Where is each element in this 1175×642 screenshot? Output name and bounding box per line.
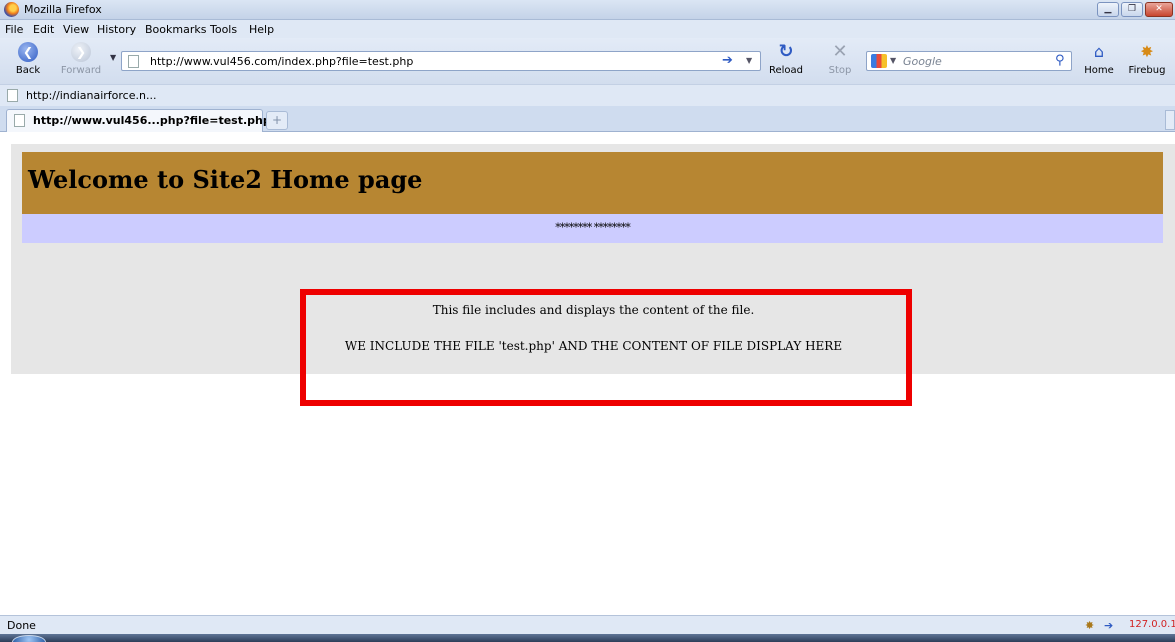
site-header: Welcome to Site2 Home page <box>22 152 1163 214</box>
tab-active[interactable]: http://www.vul456...php?file=test.php <box>6 109 271 132</box>
taskbar <box>0 634 1175 642</box>
status-text: Done <box>7 619 36 632</box>
tab-page-icon <box>14 114 25 127</box>
page-icon <box>128 55 139 68</box>
navigation-toolbar: ❮ Back ❯ Forward ▼ http://www.vul456.com… <box>0 38 1175 84</box>
menu-view[interactable]: View <box>63 23 89 36</box>
url-dropdown-icon[interactable]: ▼ <box>746 56 752 65</box>
firefox-window: Mozilla Firefox ▁ ❐ ✕ File Edit View His… <box>0 0 1175 642</box>
menu-tools[interactable]: Tools <box>210 23 237 36</box>
reload-icon: ↻ <box>778 41 794 62</box>
home-label: Home <box>1084 65 1114 76</box>
back-arrow-icon: ❮ <box>18 42 38 62</box>
site-subbar: ******** ******** <box>22 214 1163 243</box>
tab-title: http://www.vul456...php?file=test.php <box>33 114 271 127</box>
maximize-button[interactable]: ❐ <box>1121 2 1143 17</box>
menu-bar: File Edit View History Bookmarks Tools H… <box>0 20 1175 38</box>
title-bar: Mozilla Firefox ▁ ❐ ✕ <box>0 0 1175 20</box>
subbar-text: ******** ******** <box>555 221 631 234</box>
menu-bookmarks[interactable]: Bookmarks <box>145 23 206 36</box>
bookmarks-toolbar: http://indianairforce.n... <box>0 84 1175 106</box>
network-status-icon[interactable]: ➔ <box>1104 619 1113 632</box>
history-dropdown-icon[interactable]: ▼ <box>110 53 116 62</box>
new-tab-button[interactable]: + <box>266 111 288 130</box>
search-icon[interactable]: ⚲ <box>1055 53 1065 68</box>
forward-arrow-icon: ❯ <box>71 42 91 62</box>
tab-list-button[interactable] <box>1165 110 1175 130</box>
google-engine-icon[interactable] <box>871 54 887 68</box>
go-arrow-icon[interactable]: ➔ <box>722 53 733 68</box>
firefox-logo-icon <box>4 2 19 17</box>
reload-button[interactable]: ↻ Reload <box>766 41 806 77</box>
url-input[interactable]: http://www.vul456.com/index.php?file=tes… <box>150 55 413 68</box>
window-title: Mozilla Firefox <box>24 3 102 16</box>
minimize-button[interactable]: ▁ <box>1097 2 1119 17</box>
page-content: Welcome to Site2 Home page ******** ****… <box>0 133 1175 615</box>
firebug-icon: ✸ <box>1140 42 1154 61</box>
tab-strip: http://www.vul456...php?file=test.php + <box>0 106 1175 132</box>
menu-help[interactable]: Help <box>249 23 274 36</box>
firebug-button[interactable]: ✸ Firebug <box>1124 42 1170 76</box>
start-button[interactable] <box>12 635 46 642</box>
menu-history[interactable]: History <box>97 23 136 36</box>
home-button[interactable]: ⌂ Home <box>1082 42 1116 76</box>
search-input[interactable]: Google <box>903 55 942 68</box>
red-highlight-box <box>300 289 912 406</box>
stop-icon: ✕ <box>832 41 848 62</box>
status-ip: 127.0.0.1 <box>1129 619 1175 630</box>
bookmark-item[interactable]: http://indianairforce.n... <box>26 89 156 102</box>
bookmark-page-icon <box>7 89 18 102</box>
menu-edit[interactable]: Edit <box>33 23 54 36</box>
stop-button[interactable]: ✕ Stop <box>824 41 856 77</box>
page-title: Welcome to Site2 Home page <box>28 165 423 194</box>
forward-label: Forward <box>60 65 102 76</box>
back-label: Back <box>15 65 41 76</box>
search-bar[interactable]: ▼ Google ⚲ <box>866 51 1072 71</box>
stop-label: Stop <box>828 65 852 76</box>
forward-button[interactable]: ❯ Forward <box>56 42 106 76</box>
back-button[interactable]: ❮ Back <box>8 42 48 76</box>
close-button[interactable]: ✕ <box>1145 2 1173 17</box>
menu-file[interactable]: File <box>5 23 23 36</box>
reload-label: Reload <box>768 65 804 76</box>
url-bar[interactable]: http://www.vul456.com/index.php?file=tes… <box>121 51 761 71</box>
firebug-status-icon[interactable]: ✸ <box>1085 619 1094 632</box>
home-icon: ⌂ <box>1093 42 1105 61</box>
search-engine-dropdown-icon[interactable]: ▼ <box>890 56 896 65</box>
firebug-label: Firebug <box>1128 65 1166 76</box>
status-bar: Done ✸ ➔ 127.0.0.1 <box>0 615 1175 634</box>
